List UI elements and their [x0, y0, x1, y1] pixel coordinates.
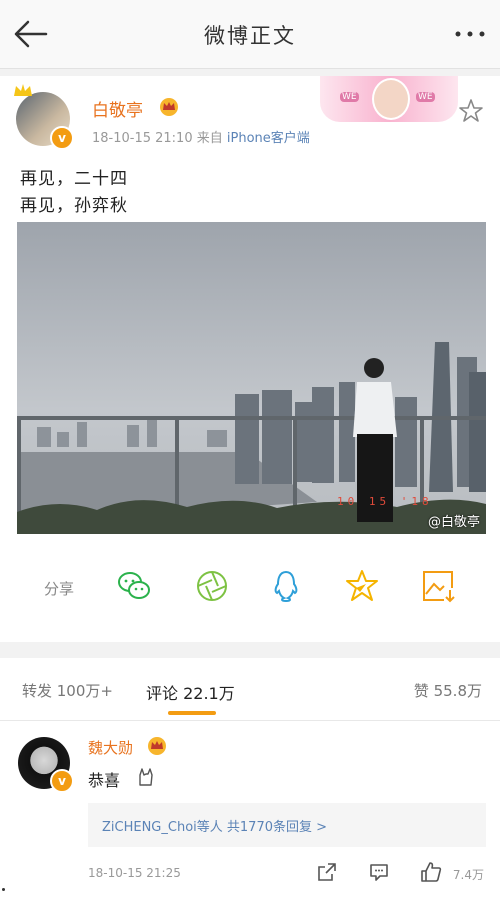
like-thumb-icon[interactable] [420, 861, 442, 883]
save-image-icon[interactable] [420, 568, 456, 604]
top-nav-bar: 微博正文 [0, 0, 500, 69]
wechat-icon[interactable] [116, 568, 152, 604]
post-time: 18-10-15 21:10 [92, 131, 193, 146]
moments-icon[interactable] [194, 568, 230, 604]
verified-badge: v [50, 769, 74, 793]
comment-reply-icon[interactable] [368, 861, 390, 883]
commenter-name[interactable]: 魏大勋 [88, 737, 133, 758]
replies-link[interactable]: ZiCHENG_Choi等人 共1770条回复 > [102, 816, 327, 835]
qzone-star-icon[interactable] [344, 568, 380, 604]
rock-hand-emoji-icon [139, 768, 153, 786]
post-text: 再见，二十四 再见，孙弈秋 [20, 169, 128, 216]
page-title: 微博正文 [204, 24, 296, 48]
share-label: 分享 [44, 580, 75, 598]
source-prefix: 来自 [196, 131, 223, 146]
member-crown-icon [160, 98, 178, 116]
interaction-tabs: 转发 100万+ 评论 22.1万 赞 55.8万 [0, 658, 500, 721]
author-avatar[interactable]: v [14, 84, 74, 150]
favorite-star-icon[interactable] [458, 98, 484, 124]
section-divider [0, 642, 500, 658]
commenter-avatar[interactable]: v [18, 737, 74, 793]
active-tab-indicator [168, 711, 216, 715]
crown-icon [14, 84, 32, 96]
photo-date-stamp: 10 15 '18 [337, 495, 433, 508]
sparkle-icon: WE [340, 92, 359, 102]
sparkle-icon: WE [416, 92, 435, 102]
tab-repost[interactable]: 转发 100万+ [22, 680, 113, 701]
comment-time: 18-10-15 21:25 [88, 866, 181, 880]
tab-comment[interactable]: 评论 22.1万 [146, 680, 235, 704]
author-name[interactable]: 白敬亭 [92, 96, 143, 121]
weibo-post-card: v 白敬亭 18-10-15 21:10 来自 iPhone客户端 WE WE … [0, 76, 500, 642]
comment-text: 恭喜 [88, 771, 121, 790]
replies-summary[interactable]: ZiCHENG_Choi等人 共1770条回复 > [88, 803, 486, 847]
post-meta: 18-10-15 21:10 来自 iPhone客户端 [92, 127, 310, 146]
comment-like-count: 7.4万 [452, 868, 484, 882]
post-photo[interactable]: 10 15 '18 @白敬亭 [17, 222, 486, 534]
forward-icon[interactable] [316, 861, 338, 883]
skyline-image [17, 222, 486, 534]
more-options-icon[interactable] [452, 20, 488, 48]
qq-icon[interactable] [268, 568, 304, 604]
photo-watermark: @白敬亭 [427, 515, 480, 530]
avatar-sticker [372, 78, 410, 120]
tab-like[interactable]: 赞 55.8万 [414, 680, 482, 701]
post-source[interactable]: iPhone客户端 [227, 131, 310, 146]
member-crown-icon [148, 737, 166, 755]
verified-badge: v [50, 126, 74, 150]
scroll-dot [2, 888, 5, 891]
fan-badge-banner[interactable]: WE WE [320, 76, 458, 122]
comment-item: v 魏大勋 恭喜 ZiCHENG_Choi等人 共1770条回复 > 18-10… [0, 721, 500, 897]
